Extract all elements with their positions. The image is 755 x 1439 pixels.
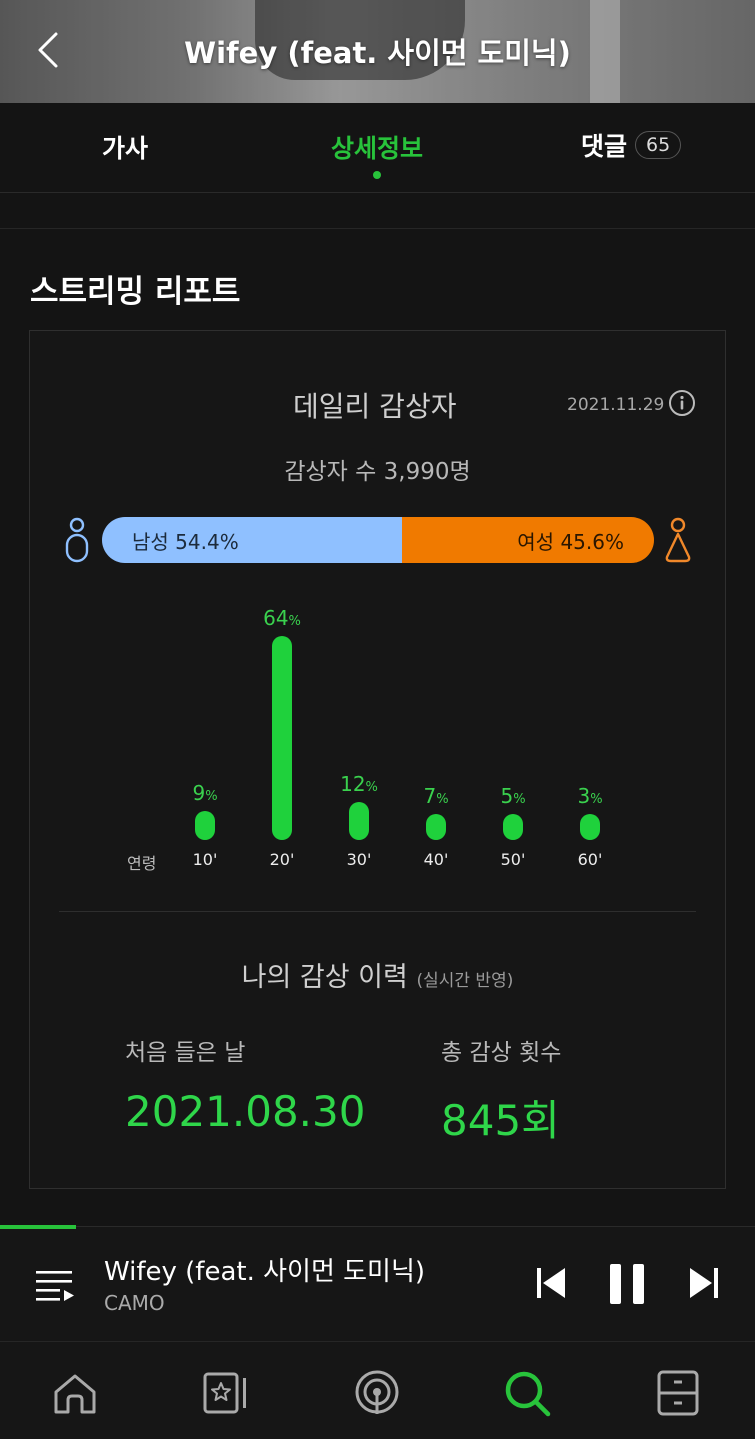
age-bar-value-label: 5% xyxy=(500,784,526,808)
age-category-label: 60' xyxy=(577,850,603,869)
female-share-label: 여성 45.6% xyxy=(517,529,624,554)
header: Wifey (feat. 사이먼 도미닉) xyxy=(0,0,755,103)
home-icon[interactable] xyxy=(50,1368,100,1418)
report-date: 2021.11.29 xyxy=(567,395,665,415)
bottom-navigation xyxy=(0,1341,755,1439)
age-category-label: 10' xyxy=(192,850,218,869)
first-listened-label: 처음 들은 날 xyxy=(125,1040,246,1066)
gender-ratio-bar: 남성 54.4% 여성 45.6% xyxy=(102,517,654,563)
age-bar xyxy=(503,814,523,840)
tab-comments[interactable]: 댓글 65 xyxy=(581,127,682,163)
divider xyxy=(59,911,696,912)
age-bar-value-label: 3% xyxy=(577,784,603,808)
tab-comments-label: 댓글 xyxy=(581,132,628,161)
daily-listeners-title: 데일리 감상자 xyxy=(293,390,457,423)
age-distribution-chart: 연령 9% 10' 64% 20' 12% 30' 7% 40' 5% 50' 3% 60' xyxy=(30,591,727,881)
age-bar-value-label: 7% xyxy=(423,784,449,808)
drawer-icon[interactable] xyxy=(653,1368,703,1418)
history-title-text: 나의 감상 이력 xyxy=(241,962,408,993)
age-category-label: 20' xyxy=(269,850,295,869)
active-tab-indicator xyxy=(373,171,381,179)
female-share-segment: 여성 45.6% xyxy=(402,517,654,563)
music-library-icon[interactable] xyxy=(202,1368,252,1418)
now-playing-title[interactable]: Wifey (feat. 사이먼 도미닉) xyxy=(104,1251,425,1288)
mini-player[interactable]: Wifey (feat. 사이먼 도미닉) CAMO xyxy=(0,1225,755,1341)
history-subtitle: (실시간 반영) xyxy=(416,971,514,991)
divider xyxy=(0,228,755,229)
info-icon[interactable] xyxy=(668,389,696,417)
playlist-icon[interactable] xyxy=(34,1265,76,1305)
total-plays-count: 845회 xyxy=(441,1096,560,1145)
playback-progress-bar[interactable] xyxy=(0,1225,76,1229)
listening-history-title: 나의 감상 이력 (실시간 반영) xyxy=(30,955,725,994)
age-bar-value-label: 12% xyxy=(340,771,378,796)
age-bar xyxy=(272,636,292,840)
total-plays-label: 총 감상 횟수 xyxy=(441,1040,562,1066)
male-share-label: 남성 54.4% xyxy=(132,529,239,554)
pause-icon[interactable] xyxy=(607,1263,647,1305)
age-bar-value-label: 64% xyxy=(263,606,301,630)
first-listened-date: 2021.08.30 xyxy=(125,1087,366,1136)
podcast-icon[interactable] xyxy=(352,1368,402,1418)
tab-bar: 가사 상세정보 댓글 65 xyxy=(0,103,755,193)
next-track-icon[interactable] xyxy=(686,1265,722,1301)
age-category-label: 50' xyxy=(500,850,526,869)
male-icon xyxy=(65,517,89,563)
age-bar xyxy=(195,811,215,840)
search-icon[interactable] xyxy=(502,1368,552,1418)
age-bar xyxy=(426,814,446,840)
age-bar xyxy=(349,801,369,840)
comments-count-badge: 65 xyxy=(635,131,682,159)
tab-lyrics[interactable]: 가사 xyxy=(102,129,148,165)
age-bar-value-label: 9% xyxy=(192,781,218,806)
streaming-report-card: 데일리 감상자 2021.11.29 감상자 수 3,990명 남성 54.4%… xyxy=(29,330,726,1189)
previous-track-icon[interactable] xyxy=(533,1265,569,1301)
female-icon xyxy=(665,517,691,563)
male-share-segment: 남성 54.4% xyxy=(102,517,403,563)
listener-count: 감상자 수 3,990명 xyxy=(284,459,471,485)
page-title: Wifey (feat. 사이먼 도미닉) xyxy=(184,36,571,70)
age-category-label: 30' xyxy=(346,850,372,869)
now-playing-artist[interactable]: CAMO xyxy=(104,1291,165,1315)
age-axis-title: 연령 xyxy=(127,854,157,873)
tab-detail[interactable]: 상세정보 xyxy=(331,129,423,165)
age-category-label: 40' xyxy=(423,850,449,869)
section-title: 스트리밍 리포트 xyxy=(30,274,241,310)
age-bar xyxy=(580,814,600,840)
